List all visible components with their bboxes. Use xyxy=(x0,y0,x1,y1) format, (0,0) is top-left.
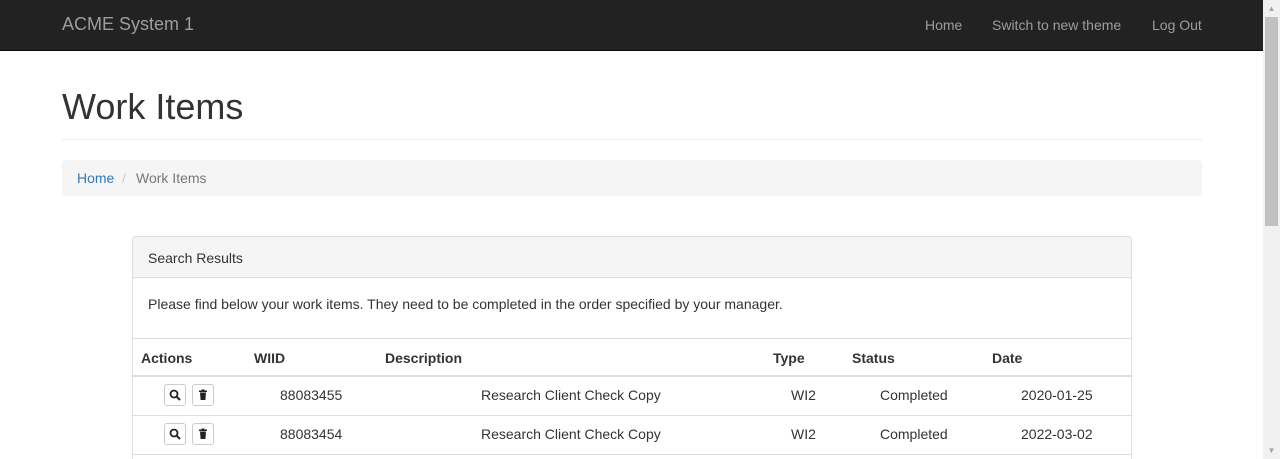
row-divider xyxy=(133,415,1131,416)
page-title: Work Items xyxy=(62,86,244,127)
column-header-description: Description xyxy=(385,350,463,366)
column-header-wiid: WIID xyxy=(254,350,286,366)
row-date: 2020-01-25 xyxy=(1021,387,1093,403)
row-wiid: 88083455 xyxy=(280,387,343,403)
column-header-date: Date xyxy=(992,350,1023,366)
row-wiid: 88083454 xyxy=(280,426,343,442)
row-description: Research Client Check Copy xyxy=(481,426,661,442)
column-header-status: Status xyxy=(852,350,895,366)
panel-intro-text: Please find below your work items. They … xyxy=(148,296,783,312)
scroll-down-arrow-icon[interactable]: ▼ xyxy=(1263,442,1280,459)
search-icon xyxy=(169,428,181,440)
breadcrumb-current: Work Items xyxy=(136,170,207,186)
vertical-scrollbar[interactable]: ▲ ▼ xyxy=(1263,0,1280,459)
delete-button[interactable] xyxy=(192,384,214,406)
trash-icon xyxy=(199,428,207,439)
top-navbar: ACME System 1 Home Switch to new theme L… xyxy=(0,0,1263,51)
panel-title: Search Results xyxy=(148,250,243,266)
column-header-type: Type xyxy=(773,350,805,366)
row-date: 2022-03-02 xyxy=(1021,426,1093,442)
nav-switch-theme-link[interactable]: Switch to new theme xyxy=(992,17,1121,33)
panel-heading: Search Results xyxy=(133,237,1131,278)
view-button[interactable] xyxy=(164,423,186,445)
row-description: Research Client Check Copy xyxy=(481,387,661,403)
row-type: WI2 xyxy=(791,426,816,442)
table-header-divider xyxy=(133,375,1131,377)
column-header-actions: Actions xyxy=(141,350,193,366)
scroll-up-arrow-icon[interactable]: ▲ xyxy=(1263,0,1280,17)
delete-button[interactable] xyxy=(192,423,214,445)
table-top-border xyxy=(133,338,1131,339)
search-icon xyxy=(169,389,181,401)
row-status: Completed xyxy=(880,387,948,403)
scrollbar-thumb[interactable] xyxy=(1265,17,1278,226)
brand-link[interactable]: ACME System 1 xyxy=(62,14,194,35)
row-status: Completed xyxy=(880,426,948,442)
title-divider xyxy=(62,139,1202,140)
row-divider xyxy=(133,454,1131,455)
nav-logout-link[interactable]: Log Out xyxy=(1152,17,1202,33)
view-button[interactable] xyxy=(164,384,186,406)
trash-icon xyxy=(199,389,207,400)
nav-home-link[interactable]: Home xyxy=(925,17,962,33)
search-results-panel: Search Results Please find below your wo… xyxy=(132,236,1132,459)
breadcrumb-home-link[interactable]: Home xyxy=(77,170,114,186)
breadcrumb-separator: / xyxy=(122,170,126,186)
row-type: WI2 xyxy=(791,387,816,403)
breadcrumb: Home / Work Items xyxy=(62,160,1202,196)
